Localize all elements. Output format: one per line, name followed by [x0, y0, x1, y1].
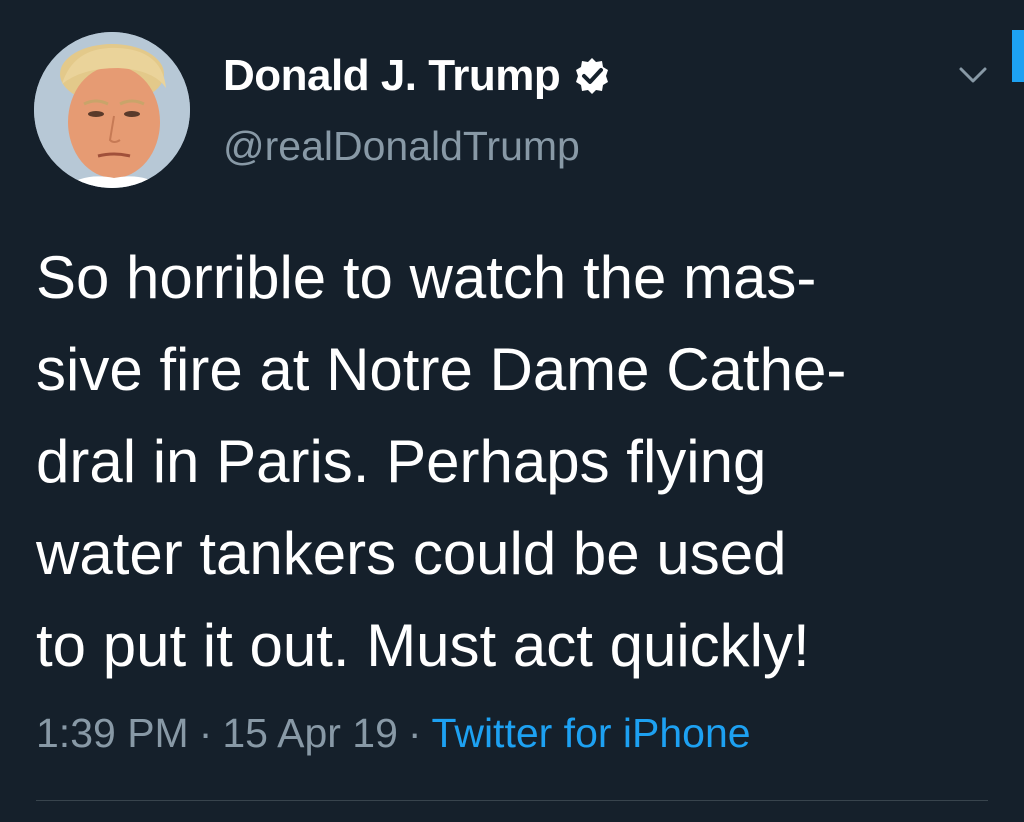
meta-separator: ·: [198, 710, 213, 756]
verified-badge-icon: [572, 56, 612, 96]
edge-accent-bar: [1012, 30, 1024, 82]
tweet-date[interactable]: 15 Apr 19: [222, 710, 398, 756]
tweet-text-line: sive fire at Notre Dame Cathe-: [36, 336, 847, 403]
tweet-meta: 1:39 PM · 15 Apr 19 · Twitter for iPhone: [36, 710, 751, 757]
tweet-text-line: water tankers could be used: [36, 520, 787, 587]
tweet-text-line: to put it out. Must act quickly!: [36, 612, 810, 679]
tweet-text-line: dral in Paris. Perhaps flying: [36, 428, 767, 495]
tweet-text: So horrible to watch the mas- sive fire …: [36, 232, 996, 692]
avatar[interactable]: [34, 32, 190, 188]
chevron-down-icon[interactable]: [955, 60, 991, 90]
tweet-source-link[interactable]: Twitter for iPhone: [432, 710, 751, 756]
divider: [36, 800, 988, 801]
avatar-image: [34, 32, 190, 188]
tweet-text-line: So horrible to watch the mas-: [36, 244, 817, 311]
tweet-time[interactable]: 1:39 PM: [36, 710, 189, 756]
author-name-row[interactable]: Donald J. Trump: [223, 48, 612, 104]
meta-separator: ·: [407, 710, 422, 756]
tweet-card: Donald J. Trump @realDonaldTrump So horr…: [0, 0, 1024, 822]
author-handle[interactable]: @realDonaldTrump: [223, 123, 580, 170]
author-display-name[interactable]: Donald J. Trump: [223, 51, 561, 101]
